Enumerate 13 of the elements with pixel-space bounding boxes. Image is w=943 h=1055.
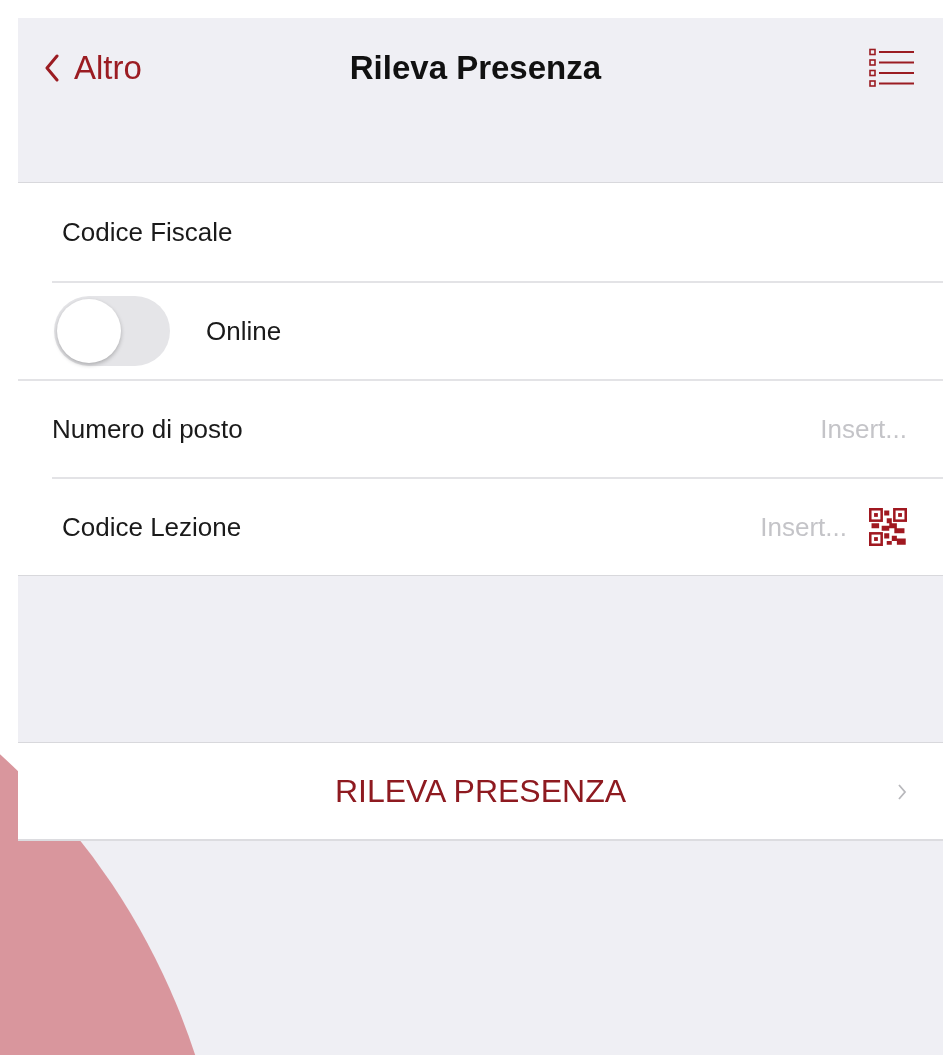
list-menu-icon[interactable]: [869, 48, 915, 88]
qr-code-icon[interactable]: [869, 508, 907, 546]
back-chevron-icon: [44, 54, 60, 82]
screen-title: Rileva Presenza: [348, 49, 603, 87]
chevron-right-icon: [897, 783, 907, 801]
rileva-presenza-button[interactable]: RILEVA PRESENZA: [18, 743, 943, 841]
field-label: Codice Lezione: [62, 511, 242, 543]
back-button[interactable]: Altro: [44, 49, 142, 87]
toggle-label: Online: [206, 315, 282, 347]
input-field[interactable]: Insert...: [242, 413, 907, 445]
field-label: Numero di posto: [52, 413, 243, 445]
field-label: Codice Fiscale: [62, 216, 233, 248]
input-field[interactable]: Insert...: [241, 511, 847, 543]
